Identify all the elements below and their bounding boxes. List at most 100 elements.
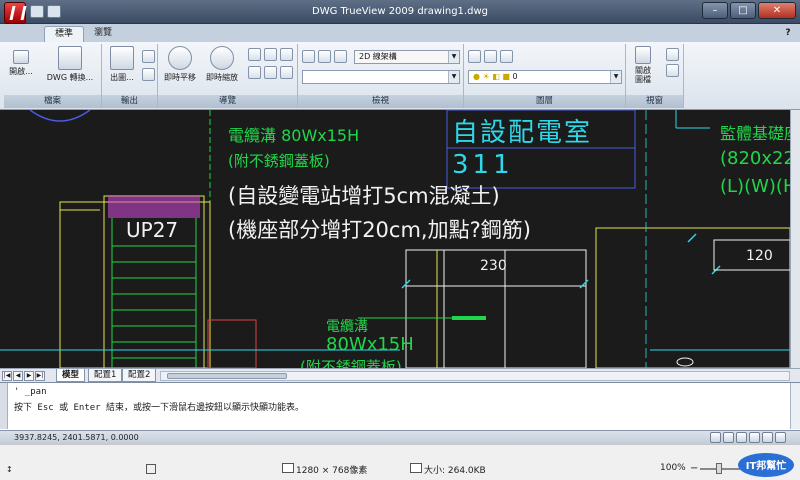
zoom-button[interactable]: 即時縮放: [202, 46, 242, 83]
zoom-level: 100%: [660, 463, 686, 473]
bulb-icon: ● ☀ ◧ ■: [473, 72, 510, 81]
plot-label: 出圖...: [110, 73, 134, 82]
dwg-convert-icon: [58, 46, 82, 70]
zoom-extents-icon[interactable]: [264, 48, 277, 61]
layer-previous-icon[interactable]: [500, 50, 513, 63]
last-layout-icon[interactable]: ▶|: [35, 371, 45, 381]
command-line[interactable]: ' _pan 按下 Esc 或 Enter 結束，或按一下滑鼠右邊按鈕以顯示快顯…: [0, 382, 800, 430]
file-size: 大小: 264.0KB: [424, 466, 486, 476]
circle-fragment: [29, 110, 91, 122]
stainless-cover-label-2: (附不銹鋼蓋板): [300, 358, 402, 368]
layout-nav: |◀ ◀ ▶ ▶|: [2, 371, 45, 381]
plot-preview-icon[interactable]: [142, 68, 155, 81]
tile-horizontal-icon[interactable]: [666, 48, 679, 61]
hand-pan-icon: [168, 46, 192, 70]
trench-size-label: 80Wx15H: [326, 334, 414, 355]
shade-icon[interactable]: [334, 50, 347, 63]
zoom-in-icon[interactable]: [248, 66, 261, 79]
window-controls: – □ ✕: [702, 2, 796, 19]
visual-style-value: 2D 線架構: [359, 52, 397, 61]
switch-window-button[interactable]: 關啟圖檔: [628, 46, 658, 84]
document-icon: [635, 46, 651, 64]
layer-value: 0: [512, 72, 518, 81]
cable-trench-marker: [452, 316, 486, 320]
title-bar: DWG TrueView 2009 drawing1.dwg – □ ✕: [0, 0, 800, 24]
zoom-out-icon[interactable]: [264, 66, 277, 79]
horizontal-scroll-thumb[interactable]: [167, 373, 287, 379]
zoom-label: 即時縮放: [206, 73, 238, 82]
plot-button[interactable]: 出圖...: [104, 46, 140, 83]
panel-output-title: 輸出: [102, 95, 157, 108]
named-view-icon[interactable]: [302, 50, 315, 63]
help-icon[interactable]: ?: [782, 27, 794, 39]
ithome-logo: IT邦幫忙: [738, 453, 794, 477]
command-line-scrollbar[interactable]: [790, 383, 800, 429]
tab-layout2[interactable]: 配置2: [122, 369, 157, 382]
tile-vertical-icon[interactable]: [666, 64, 679, 77]
prev-layout-icon[interactable]: ◀: [13, 371, 23, 381]
pan-label: 即時平移: [164, 73, 196, 82]
window-title: DWG TrueView 2009 drawing1.dwg: [312, 6, 488, 17]
view-cube-icon[interactable]: [318, 50, 331, 63]
zoom-all-icon[interactable]: [280, 66, 293, 79]
resize-icon[interactable]: ↕: [6, 465, 13, 474]
coordinates-readout: 3937.8245, 2401.5871, 0.0000: [14, 433, 139, 442]
layer-state-icon[interactable]: [484, 50, 497, 63]
room-number-label: 311: [452, 150, 514, 180]
visual-style-select[interactable]: 2D 線架構 ▼: [354, 50, 460, 64]
folder-open-icon: [13, 50, 29, 64]
chevron-down-icon: ▼: [448, 51, 459, 63]
close-button[interactable]: ✕: [758, 2, 796, 19]
open-label: 開啟...: [9, 67, 33, 76]
magnifier-icon: [210, 46, 234, 70]
zoom-previous-icon[interactable]: [280, 48, 293, 61]
pan-button[interactable]: 即時平移: [160, 46, 200, 83]
printer-icon: [110, 46, 134, 70]
tab-browse[interactable]: 瀏覽: [84, 26, 122, 42]
thumbnail-icon[interactable]: [146, 464, 156, 474]
command-history-1: ' _pan: [14, 387, 47, 397]
clean-screen-icon[interactable]: [775, 432, 786, 443]
layer-select[interactable]: ● ☀ ◧ ■ 0 ▼: [468, 70, 622, 84]
batch-plot-icon[interactable]: [142, 50, 155, 63]
zoom-slider-thumb[interactable]: [716, 463, 722, 474]
zoom-icon[interactable]: [723, 432, 734, 443]
foundation-label: 監體基礎座: [720, 124, 800, 143]
open-button[interactable]: 開啟...: [8, 50, 34, 77]
note-line-2: (機座部分增打20cm,加點?鋼筋): [228, 218, 531, 242]
viewer-status-bar: ↕ 1280 × 768像素 大小: 264.0KB 100% − IT邦幫忙: [0, 444, 800, 480]
dwg-convert-button[interactable]: DWG 轉換...: [40, 46, 100, 83]
drawing-canvas[interactable]: 電纜溝 80Wx15H (附不銹鋼蓋板) 自設配電室 311 (自設變電站增打5…: [0, 110, 800, 368]
zoom-out-icon[interactable]: −: [690, 463, 698, 474]
dwg-convert-label: DWG 轉換...: [46, 73, 94, 82]
panel-layers: ● ☀ ◧ ■ 0 ▼ 圖層: [464, 44, 626, 108]
zoom-window-icon[interactable]: [248, 48, 261, 61]
command-line-grip[interactable]: [0, 383, 8, 429]
panel-output: 出圖... 輸出: [102, 44, 158, 108]
tab-standard[interactable]: 標準: [44, 26, 85, 42]
tab-layout1[interactable]: 配置1: [88, 369, 123, 382]
vertical-scrollbar[interactable]: [790, 110, 800, 368]
panel-file-title: 檔案: [4, 95, 101, 108]
cable-trench-label-2: 電纜溝: [326, 319, 368, 335]
dimension-120: 120: [746, 248, 773, 264]
dimensions-icon: [282, 463, 294, 473]
named-views-select[interactable]: ▼: [302, 70, 460, 84]
layer-properties-icon[interactable]: [468, 50, 481, 63]
minimize-button[interactable]: –: [702, 2, 728, 19]
maximize-button[interactable]: □: [730, 2, 756, 19]
first-layout-icon[interactable]: |◀: [2, 371, 12, 381]
ribbon: 開啟... DWG 轉換... 檔案 出圖... 輸出 即時平移 即時縮放 導覽…: [0, 42, 800, 110]
layout-tab-bar: |◀ ◀ ▶ ▶| 模型 配置1 配置2: [0, 368, 800, 382]
pan-icon[interactable]: [710, 432, 721, 443]
equipment-box: [443, 249, 587, 368]
next-layout-icon[interactable]: ▶: [24, 371, 34, 381]
horizontal-scrollbar[interactable]: [160, 371, 790, 381]
tab-model[interactable]: 模型: [56, 369, 86, 382]
room-name-label: 自設配電室: [452, 118, 593, 148]
lock-icon[interactable]: [762, 432, 773, 443]
status-tray: [710, 432, 786, 443]
showmotion-icon[interactable]: [749, 432, 760, 443]
panel-window-title: 視窗: [626, 95, 683, 108]
steering-wheel-icon[interactable]: [736, 432, 747, 443]
